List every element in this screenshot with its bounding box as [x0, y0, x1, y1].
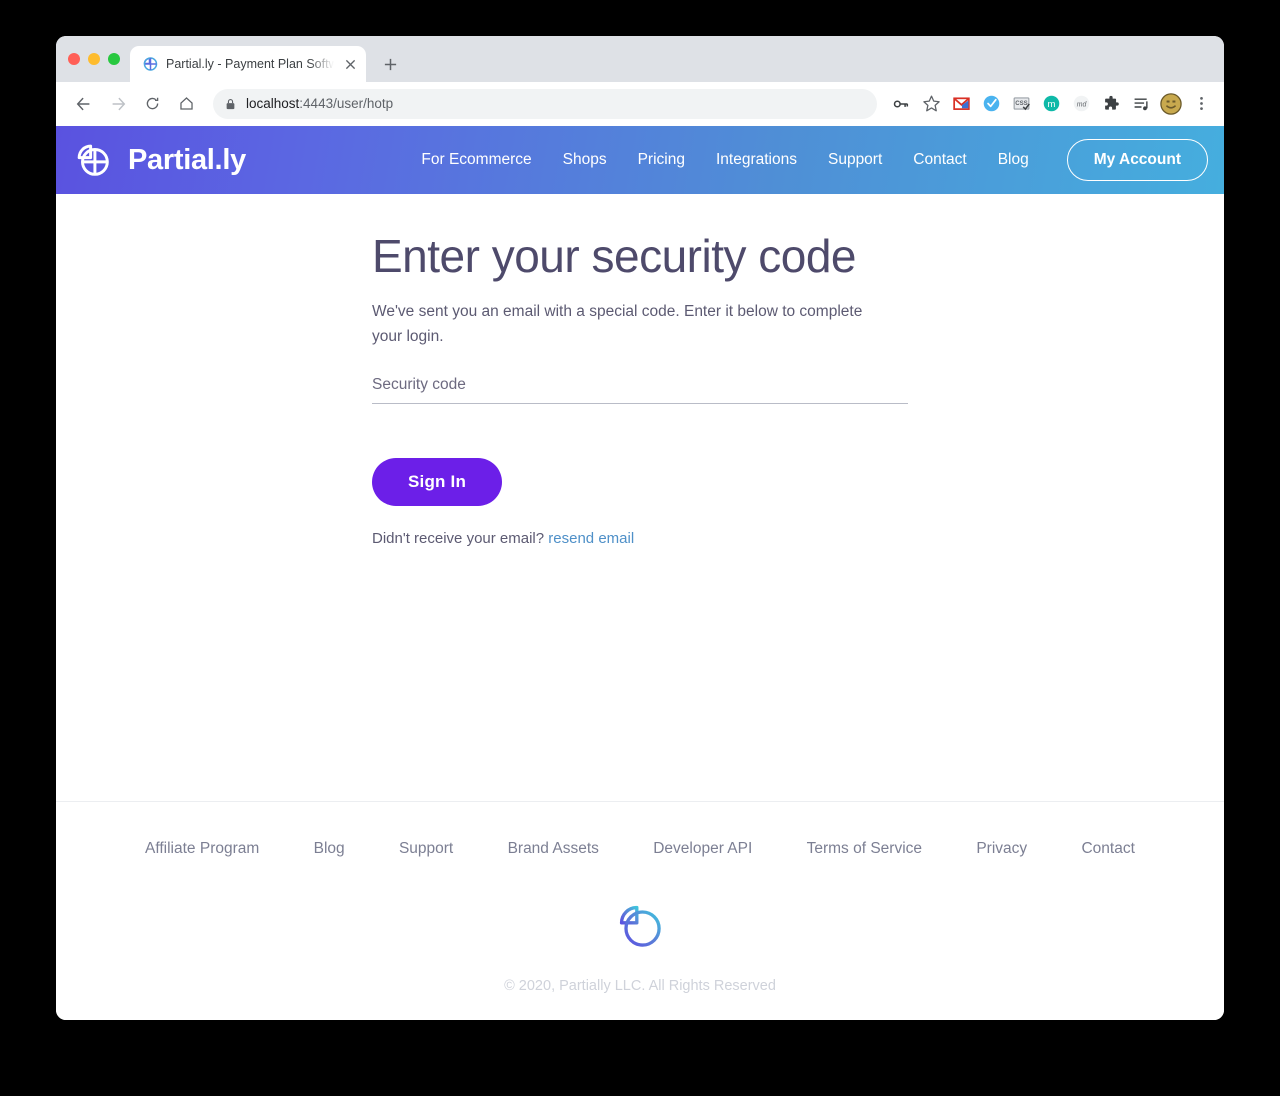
browser-window: Partial.ly - Payment Plan Softw localhos…	[56, 36, 1224, 1020]
footer-link-terms-of-service[interactable]: Terms of Service	[807, 840, 922, 858]
back-button[interactable]	[68, 88, 100, 120]
css-viewer-extension-icon[interactable]: CSS	[1006, 89, 1036, 119]
footer-links: Affiliate Program Blog Support Brand Ass…	[101, 840, 1179, 858]
url-host: localhost	[246, 96, 300, 111]
resend-email-link[interactable]: resend email	[548, 530, 634, 547]
site-footer: Affiliate Program Blog Support Brand Ass…	[56, 801, 1224, 1020]
nav-item-blog[interactable]: Blog	[998, 151, 1029, 169]
gmail-extension-icon[interactable]	[946, 89, 976, 119]
brand-name: Partial.ly	[128, 143, 246, 176]
address-bar-url: localhost:4443/user/hotp	[246, 96, 393, 111]
my-account-button[interactable]: My Account	[1066, 139, 1208, 181]
browser-tab[interactable]: Partial.ly - Payment Plan Softw	[130, 46, 366, 82]
svg-text:m: m	[1047, 99, 1055, 110]
toolbar-extension-icons: CSS m md	[886, 89, 1216, 119]
home-button[interactable]	[170, 88, 202, 120]
footer-link-affiliate-program[interactable]: Affiliate Program	[145, 840, 259, 858]
tab-close-icon[interactable]	[342, 56, 358, 72]
lock-icon	[225, 98, 237, 110]
mercury-extension-icon[interactable]: m	[1036, 89, 1066, 119]
nav-item-for-ecommerce[interactable]: For Ecommerce	[421, 151, 531, 169]
address-bar[interactable]: localhost:4443/user/hotp	[213, 88, 877, 119]
clock-blue-extension-icon[interactable]	[976, 89, 1006, 119]
tab-favicon-icon	[142, 56, 158, 72]
copyright-text: © 2020, Partially LLC. All Rights Reserv…	[504, 978, 776, 994]
window-traffic-lights	[66, 36, 130, 82]
footer-link-blog[interactable]: Blog	[314, 840, 345, 858]
profile-avatar[interactable]	[1156, 89, 1186, 119]
nav-item-contact[interactable]: Contact	[913, 151, 966, 169]
url-path: :4443/user/hotp	[299, 96, 394, 111]
forward-button[interactable]	[102, 88, 134, 120]
reload-button[interactable]	[136, 88, 168, 120]
bookmark-star-icon[interactable]	[916, 89, 946, 119]
site-nav: For Ecommerce Shops Pricing Integrations…	[421, 139, 1208, 181]
three-dot-menu-icon[interactable]	[1186, 89, 1216, 119]
nav-item-shops[interactable]: Shops	[563, 151, 607, 169]
svg-text:CSS: CSS	[1015, 101, 1027, 107]
browser-toolbar: localhost:4443/user/hotp CSS m md	[56, 82, 1224, 126]
security-code-form: Enter your security code We've sent you …	[372, 230, 908, 547]
footer-link-developer-api[interactable]: Developer API	[653, 840, 752, 858]
brand-link[interactable]: Partial.ly	[72, 139, 246, 181]
footer-link-brand-assets[interactable]: Brand Assets	[508, 840, 599, 858]
site-header: Partial.ly For Ecommerce Shops Pricing I…	[56, 126, 1224, 194]
puzzle-extensions-icon[interactable]	[1096, 89, 1126, 119]
page-viewport: Partial.ly For Ecommerce Shops Pricing I…	[56, 126, 1224, 1020]
tab-title: Partial.ly - Payment Plan Softw	[166, 57, 334, 71]
reading-list-icon[interactable]	[1126, 89, 1156, 119]
browser-tab-strip: Partial.ly - Payment Plan Softw	[56, 36, 1224, 82]
window-close-button[interactable]	[68, 53, 80, 65]
footer-partially-logo-icon	[612, 898, 668, 954]
footer-link-support[interactable]: Support	[399, 840, 453, 858]
footer-link-privacy[interactable]: Privacy	[976, 840, 1027, 858]
security-code-input[interactable]	[372, 372, 908, 405]
nav-item-pricing[interactable]: Pricing	[638, 151, 685, 169]
resend-row: Didn't receive your email? resend email	[372, 530, 908, 547]
markdown-extension-icon[interactable]: md	[1066, 89, 1096, 119]
window-maximize-button[interactable]	[108, 53, 120, 65]
sign-in-button[interactable]: Sign In	[372, 458, 503, 507]
svg-text:md: md	[1076, 102, 1087, 109]
new-tab-button[interactable]	[376, 50, 404, 78]
nav-item-support[interactable]: Support	[828, 151, 882, 169]
password-key-icon[interactable]	[886, 89, 916, 119]
resend-prompt-text: Didn't receive your email?	[372, 530, 545, 548]
main-content: Enter your security code We've sent you …	[56, 194, 1224, 801]
window-minimize-button[interactable]	[88, 53, 100, 65]
partially-logo-icon	[72, 139, 114, 181]
page-lead-text: We've sent you an email with a special c…	[372, 302, 863, 346]
page-title: Enter your security code	[372, 230, 857, 282]
footer-link-contact[interactable]: Contact	[1081, 840, 1134, 858]
nav-item-integrations[interactable]: Integrations	[716, 151, 797, 169]
